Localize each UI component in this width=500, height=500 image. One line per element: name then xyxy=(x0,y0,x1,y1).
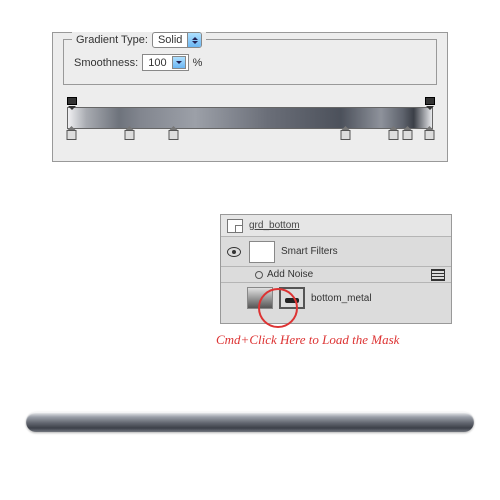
gradient-fieldset: Gradient Type: Solid Smoothness: 100 % xyxy=(63,39,437,85)
gradient-bar-area xyxy=(67,97,433,147)
gradient-type-select[interactable]: Solid xyxy=(152,32,202,48)
color-stop[interactable] xyxy=(425,129,434,141)
smart-filter-mask-thumb[interactable] xyxy=(249,241,275,263)
callout-text: Cmd+Click Here to Load the Mask xyxy=(216,332,399,348)
filter-entry-row[interactable]: Add Noise xyxy=(221,267,451,283)
smart-filters-row[interactable]: Smart Filters xyxy=(221,237,451,267)
visibility-eye-icon[interactable] xyxy=(227,247,241,257)
smart-object-icon xyxy=(227,219,243,233)
dropdown-stepper-icon[interactable] xyxy=(187,33,201,47)
smart-filters-label: Smart Filters xyxy=(281,246,338,257)
opacity-stop[interactable] xyxy=(425,97,433,107)
smoothness-row: Smoothness: 100 % xyxy=(74,54,202,71)
filter-visibility-icon[interactable] xyxy=(255,271,263,279)
layer-group-name: grd_bottom xyxy=(249,220,300,231)
opacity-stop[interactable] xyxy=(67,97,75,107)
layer-group-header[interactable]: grd_bottom xyxy=(221,215,451,237)
color-stop[interactable] xyxy=(66,129,75,141)
layer-name: bottom_metal xyxy=(311,293,372,304)
filter-name: Add Noise xyxy=(267,269,313,280)
dropdown-arrow-icon[interactable] xyxy=(172,56,186,69)
color-stops-track[interactable] xyxy=(67,129,433,141)
smoothness-value: 100 xyxy=(148,57,166,69)
layer-thumbnail[interactable] xyxy=(247,287,273,309)
gradient-type-value: Solid xyxy=(158,34,182,46)
layer-mask-thumbnail[interactable] xyxy=(279,287,305,309)
color-stop[interactable] xyxy=(341,129,350,141)
color-stop[interactable] xyxy=(388,129,397,141)
layers-panel: grd_bottom Smart Filters Add Noise botto… xyxy=(220,214,452,324)
rendered-result-bar xyxy=(26,412,474,432)
filter-options-icon[interactable] xyxy=(431,269,445,281)
layer-row[interactable]: bottom_metal xyxy=(221,283,451,313)
smoothness-label: Smoothness: xyxy=(74,57,138,69)
color-stop[interactable] xyxy=(125,129,134,141)
gradient-type-label: Gradient Type: xyxy=(76,34,148,46)
gradient-editor-panel: Gradient Type: Solid Smoothness: 100 % xyxy=(52,32,448,162)
smoothness-input[interactable]: 100 xyxy=(142,54,188,71)
color-stop[interactable] xyxy=(169,129,178,141)
gradient-preview-bar[interactable] xyxy=(67,107,433,129)
color-stop[interactable] xyxy=(403,129,412,141)
smoothness-unit: % xyxy=(193,57,203,69)
gradient-type-legend: Gradient Type: Solid xyxy=(72,32,206,48)
opacity-stops-track[interactable] xyxy=(67,97,433,107)
